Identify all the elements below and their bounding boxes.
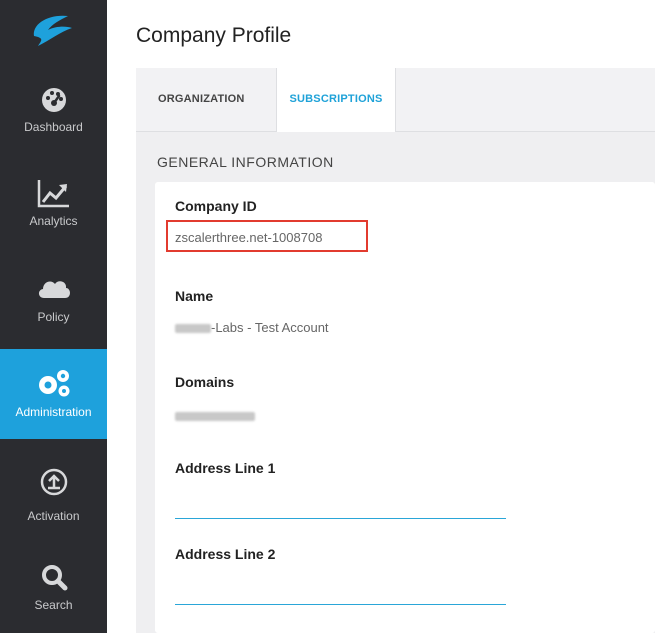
upload-icon [0, 468, 107, 496]
address-line-1-input[interactable] [175, 518, 506, 519]
name-label: Name [175, 288, 214, 304]
tab-bar: ORGANIZATION SUBSCRIPTIONS [136, 68, 655, 132]
name-value: -Labs - Test Account [175, 320, 329, 335]
sidebar-item-label: Policy [37, 310, 70, 324]
gears-icon [0, 367, 107, 399]
address-line-1-label: Address Line 1 [175, 460, 276, 476]
redacted-text [175, 412, 255, 422]
name-value-suffix: -Labs - Test Account [211, 320, 329, 335]
general-info-card: Company ID zscalerthree.net-1008708 Name… [155, 182, 655, 633]
sidebar-item-label: Search [34, 598, 73, 612]
domains-value [175, 408, 255, 423]
sidebar: Dashboard Analytics Policy Administratio… [0, 0, 107, 633]
tab-subscriptions[interactable]: SUBSCRIPTIONS [276, 68, 396, 132]
sidebar-item-administration[interactable]: Administration [0, 349, 107, 439]
sidebar-item-policy[interactable]: Policy [0, 264, 107, 354]
address-line-2-input[interactable] [175, 604, 506, 605]
logo[interactable] [0, 0, 107, 68]
search-icon [0, 563, 107, 591]
main-panel: ORGANIZATION SUBSCRIPTIONS GENERAL INFOR… [136, 68, 655, 633]
domains-label: Domains [175, 374, 235, 390]
company-id-label: Company ID [175, 198, 257, 214]
sidebar-item-search[interactable]: Search [0, 550, 107, 640]
redacted-text [175, 324, 211, 334]
sidebar-item-dashboard[interactable]: Dashboard [0, 74, 107, 164]
gauge-icon [0, 86, 107, 114]
zscaler-logo-icon [33, 15, 72, 46]
sidebar-item-label: Activation [27, 509, 80, 523]
page-title: Company Profile [136, 24, 292, 47]
sidebar-item-activation[interactable]: Activation [0, 454, 107, 544]
section-heading: GENERAL INFORMATION [157, 154, 334, 170]
sidebar-item-analytics[interactable]: Analytics [0, 168, 107, 258]
sidebar-item-label: Analytics [29, 214, 78, 228]
chart-icon [0, 178, 107, 208]
sidebar-item-label: Administration [15, 405, 92, 419]
highlight-box [166, 220, 368, 252]
address-line-2-label: Address Line 2 [175, 546, 276, 562]
cloud-icon [0, 276, 107, 300]
tab-organization[interactable]: ORGANIZATION [136, 68, 276, 131]
sidebar-item-label: Dashboard [24, 120, 83, 134]
